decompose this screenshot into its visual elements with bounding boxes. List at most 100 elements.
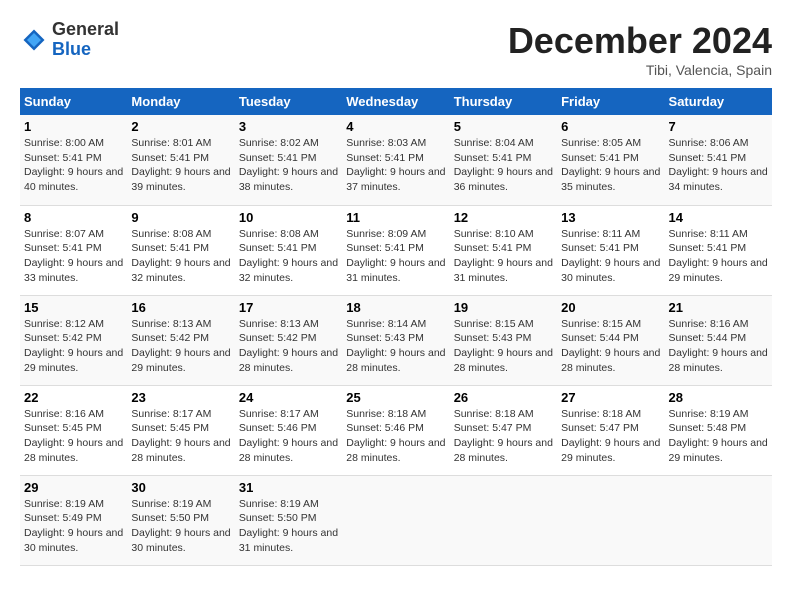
calendar-cell: 1 Sunrise: 8:00 AMSunset: 5:41 PMDayligh… [20,115,127,205]
day-info: Sunrise: 8:13 AMSunset: 5:42 PMDaylight:… [131,317,230,376]
col-tuesday: Tuesday [235,88,342,115]
calendar-cell: 9 Sunrise: 8:08 AMSunset: 5:41 PMDayligh… [127,205,234,295]
day-number: 22 [24,390,123,405]
day-number: 31 [239,480,338,495]
calendar-cell [557,475,664,565]
day-info: Sunrise: 8:17 AMSunset: 5:45 PMDaylight:… [131,407,230,466]
day-number: 21 [669,300,768,315]
day-info: Sunrise: 8:05 AMSunset: 5:41 PMDaylight:… [561,136,660,195]
calendar-cell: 26 Sunrise: 8:18 AMSunset: 5:47 PMDaylig… [450,385,557,475]
day-number: 1 [24,119,123,134]
day-info: Sunrise: 8:03 AMSunset: 5:41 PMDaylight:… [346,136,445,195]
calendar-cell: 18 Sunrise: 8:14 AMSunset: 5:43 PMDaylig… [342,295,449,385]
calendar-cell: 25 Sunrise: 8:18 AMSunset: 5:46 PMDaylig… [342,385,449,475]
location: Tibi, Valencia, Spain [508,62,772,78]
day-info: Sunrise: 8:18 AMSunset: 5:47 PMDaylight:… [454,407,553,466]
col-saturday: Saturday [665,88,772,115]
day-number: 9 [131,210,230,225]
day-info: Sunrise: 8:15 AMSunset: 5:43 PMDaylight:… [454,317,553,376]
calendar-cell: 23 Sunrise: 8:17 AMSunset: 5:45 PMDaylig… [127,385,234,475]
day-info: Sunrise: 8:18 AMSunset: 5:46 PMDaylight:… [346,407,445,466]
calendar-cell [450,475,557,565]
calendar-cell: 27 Sunrise: 8:18 AMSunset: 5:47 PMDaylig… [557,385,664,475]
day-info: Sunrise: 8:12 AMSunset: 5:42 PMDaylight:… [24,317,123,376]
calendar-cell: 10 Sunrise: 8:08 AMSunset: 5:41 PMDaylig… [235,205,342,295]
day-number: 16 [131,300,230,315]
logo-icon [20,26,48,54]
calendar-cell: 15 Sunrise: 8:12 AMSunset: 5:42 PMDaylig… [20,295,127,385]
day-info: Sunrise: 8:04 AMSunset: 5:41 PMDaylight:… [454,136,553,195]
day-info: Sunrise: 8:00 AMSunset: 5:41 PMDaylight:… [24,136,123,195]
logo-text: General Blue [52,20,119,60]
calendar-cell: 6 Sunrise: 8:05 AMSunset: 5:41 PMDayligh… [557,115,664,205]
day-number: 29 [24,480,123,495]
calendar-cell: 22 Sunrise: 8:16 AMSunset: 5:45 PMDaylig… [20,385,127,475]
day-number: 23 [131,390,230,405]
day-info: Sunrise: 8:13 AMSunset: 5:42 PMDaylight:… [239,317,338,376]
day-number: 24 [239,390,338,405]
col-friday: Friday [557,88,664,115]
col-thursday: Thursday [450,88,557,115]
day-number: 4 [346,119,445,134]
calendar-cell: 30 Sunrise: 8:19 AMSunset: 5:50 PMDaylig… [127,475,234,565]
day-number: 2 [131,119,230,134]
page-header: General Blue December 2024 Tibi, Valenci… [20,20,772,78]
col-wednesday: Wednesday [342,88,449,115]
calendar-cell: 21 Sunrise: 8:16 AMSunset: 5:44 PMDaylig… [665,295,772,385]
day-info: Sunrise: 8:18 AMSunset: 5:47 PMDaylight:… [561,407,660,466]
calendar-cell: 31 Sunrise: 8:19 AMSunset: 5:50 PMDaylig… [235,475,342,565]
day-number: 17 [239,300,338,315]
day-number: 26 [454,390,553,405]
day-number: 8 [24,210,123,225]
day-info: Sunrise: 8:07 AMSunset: 5:41 PMDaylight:… [24,227,123,286]
weekday-header-row: Sunday Monday Tuesday Wednesday Thursday… [20,88,772,115]
day-number: 14 [669,210,768,225]
week-row-2: 8 Sunrise: 8:07 AMSunset: 5:41 PMDayligh… [20,205,772,295]
month-title: December 2024 [508,20,772,62]
calendar-cell [665,475,772,565]
day-info: Sunrise: 8:17 AMSunset: 5:46 PMDaylight:… [239,407,338,466]
day-number: 10 [239,210,338,225]
day-number: 3 [239,119,338,134]
col-sunday: Sunday [20,88,127,115]
calendar-table: Sunday Monday Tuesday Wednesday Thursday… [20,88,772,566]
col-monday: Monday [127,88,234,115]
day-number: 12 [454,210,553,225]
day-info: Sunrise: 8:19 AMSunset: 5:48 PMDaylight:… [669,407,768,466]
day-info: Sunrise: 8:11 AMSunset: 5:41 PMDaylight:… [669,227,768,286]
day-info: Sunrise: 8:11 AMSunset: 5:41 PMDaylight:… [561,227,660,286]
day-info: Sunrise: 8:16 AMSunset: 5:44 PMDaylight:… [669,317,768,376]
calendar-cell: 5 Sunrise: 8:04 AMSunset: 5:41 PMDayligh… [450,115,557,205]
day-info: Sunrise: 8:16 AMSunset: 5:45 PMDaylight:… [24,407,123,466]
day-number: 25 [346,390,445,405]
day-number: 7 [669,119,768,134]
calendar-cell: 17 Sunrise: 8:13 AMSunset: 5:42 PMDaylig… [235,295,342,385]
calendar-cell: 13 Sunrise: 8:11 AMSunset: 5:41 PMDaylig… [557,205,664,295]
calendar-cell: 3 Sunrise: 8:02 AMSunset: 5:41 PMDayligh… [235,115,342,205]
day-number: 15 [24,300,123,315]
title-block: December 2024 Tibi, Valencia, Spain [508,20,772,78]
calendar-cell: 16 Sunrise: 8:13 AMSunset: 5:42 PMDaylig… [127,295,234,385]
day-number: 18 [346,300,445,315]
logo: General Blue [20,20,119,60]
calendar-cell: 7 Sunrise: 8:06 AMSunset: 5:41 PMDayligh… [665,115,772,205]
day-info: Sunrise: 8:10 AMSunset: 5:41 PMDaylight:… [454,227,553,286]
day-info: Sunrise: 8:19 AMSunset: 5:49 PMDaylight:… [24,497,123,556]
calendar-cell [342,475,449,565]
day-info: Sunrise: 8:01 AMSunset: 5:41 PMDaylight:… [131,136,230,195]
calendar-cell: 4 Sunrise: 8:03 AMSunset: 5:41 PMDayligh… [342,115,449,205]
day-info: Sunrise: 8:14 AMSunset: 5:43 PMDaylight:… [346,317,445,376]
day-number: 28 [669,390,768,405]
day-number: 30 [131,480,230,495]
day-number: 6 [561,119,660,134]
day-info: Sunrise: 8:19 AMSunset: 5:50 PMDaylight:… [239,497,338,556]
day-info: Sunrise: 8:19 AMSunset: 5:50 PMDaylight:… [131,497,230,556]
day-number: 11 [346,210,445,225]
day-number: 27 [561,390,660,405]
calendar-cell: 20 Sunrise: 8:15 AMSunset: 5:44 PMDaylig… [557,295,664,385]
day-info: Sunrise: 8:06 AMSunset: 5:41 PMDaylight:… [669,136,768,195]
calendar-cell: 28 Sunrise: 8:19 AMSunset: 5:48 PMDaylig… [665,385,772,475]
calendar-cell: 24 Sunrise: 8:17 AMSunset: 5:46 PMDaylig… [235,385,342,475]
week-row-4: 22 Sunrise: 8:16 AMSunset: 5:45 PMDaylig… [20,385,772,475]
day-info: Sunrise: 8:15 AMSunset: 5:44 PMDaylight:… [561,317,660,376]
